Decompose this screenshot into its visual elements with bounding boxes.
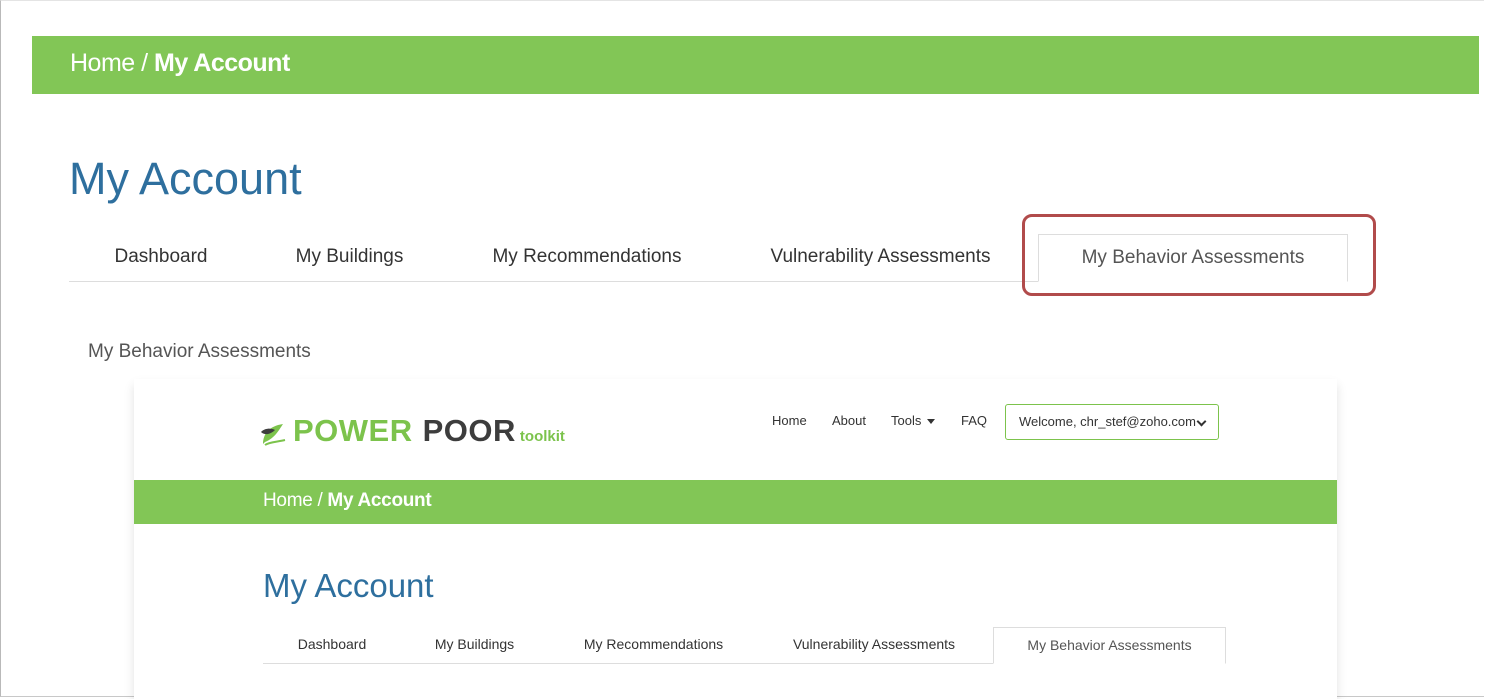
breadcrumb-current: My Account	[154, 49, 290, 77]
breadcrumb-separator: /	[134, 49, 155, 77]
nav-tools[interactable]: Tools	[891, 413, 936, 428]
inner-tab-my-behavior-assessments[interactable]: My Behavior Assessments	[993, 627, 1226, 664]
logo-toolkit-text: toolkit	[519, 428, 565, 445]
inner-breadcrumb: Home / My Account	[263, 490, 432, 512]
inner-breadcrumb-current: My Account	[327, 490, 432, 511]
nav-home[interactable]: Home	[772, 413, 807, 428]
chevron-down-icon	[1196, 416, 1207, 427]
tab-vulnerability-assessments[interactable]: Vulnerability Assessments	[728, 234, 1033, 280]
breadcrumb-home-link[interactable]: Home	[70, 49, 135, 77]
screenshot-frame: Home / My Account My Account Dashboard M…	[0, 0, 1484, 699]
inner-tab-my-recommendations[interactable]: My Recommendations	[548, 627, 759, 662]
user-menu-dropdown[interactable]: Welcome, chr_stef@zoho.com	[1005, 404, 1219, 440]
page-title: My Account	[69, 153, 302, 204]
leaf-logo-icon	[261, 424, 286, 446]
inner-breadcrumb-home-link[interactable]: Home	[263, 490, 313, 511]
tab-dashboard[interactable]: Dashboard	[69, 234, 253, 280]
logo-power-text: POWER	[293, 413, 413, 448]
inner-page-title: My Account	[263, 567, 434, 604]
caret-down-icon	[927, 419, 936, 425]
welcome-text: Welcome, chr_stef@zoho.com	[1019, 414, 1196, 429]
inner-account-tabs: Dashboard My Buildings My Recommendation…	[263, 627, 1226, 664]
logo-poor-text: POOR	[422, 413, 516, 448]
nav-about[interactable]: About	[832, 413, 866, 428]
nav-tools-label: Tools	[891, 413, 922, 428]
breadcrumb-bar: Home / My Account	[32, 36, 1479, 94]
inner-breadcrumb-separator: /	[312, 490, 328, 511]
tab-my-behavior-assessments[interactable]: My Behavior Assessments	[1038, 234, 1348, 282]
account-tabs: Dashboard My Buildings My Recommendation…	[69, 234, 1348, 282]
nav-faq[interactable]: FAQ	[961, 413, 987, 428]
power-poor-logo[interactable]: POWER POOR toolkit	[259, 412, 565, 446]
tab-my-recommendations[interactable]: My Recommendations	[446, 234, 728, 280]
embedded-screenshot: POWER POOR toolkit Home About Tools FAQ …	[134, 379, 1337, 699]
tab-my-buildings[interactable]: My Buildings	[253, 234, 446, 280]
inner-tab-my-buildings[interactable]: My Buildings	[401, 627, 548, 662]
section-label: My Behavior Assessments	[88, 341, 311, 362]
breadcrumb: Home / My Account	[70, 49, 290, 78]
inner-tab-dashboard[interactable]: Dashboard	[263, 627, 401, 662]
inner-tab-vulnerability-assessments[interactable]: Vulnerability Assessments	[759, 627, 989, 662]
inner-breadcrumb-bar: Home / My Account	[134, 480, 1337, 524]
